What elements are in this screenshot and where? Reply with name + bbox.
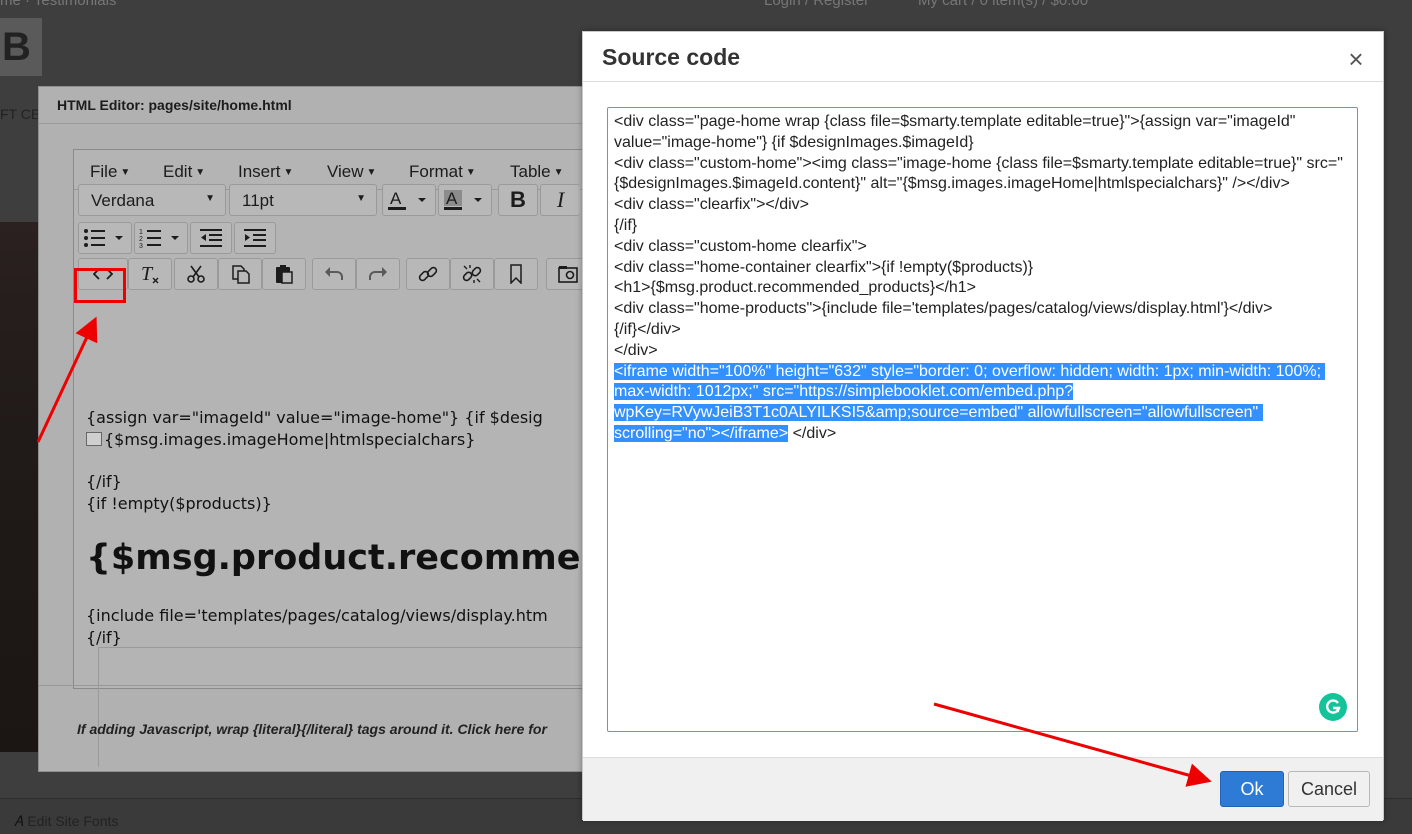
editor-title: HTML Editor: pages/site/home.html — [57, 97, 292, 113]
grammarly-g-icon — [1326, 699, 1341, 714]
site-logo: B — [0, 18, 42, 76]
html-editor-dialog: HTML Editor: pages/site/home.html File ▼ … — [38, 86, 598, 772]
source-code-text: <div class="page-home wrap {class file=$… — [614, 112, 1351, 445]
modal-footer: Ok Cancel — [583, 758, 1383, 821]
divider — [583, 81, 1383, 82]
edit-site-fonts-label: Edit Site Fonts — [27, 813, 119, 829]
content-line: {assign var="imageId" value="image-home"… — [86, 408, 543, 427]
source-code-modal: Source code × <div class="page-home wrap… — [582, 31, 1384, 821]
top-link-login[interactable]: Login / Register — [764, 0, 869, 9]
divider — [39, 123, 597, 124]
content-line: {include file='templates/pages/catalog/v… — [86, 606, 548, 625]
rich-text-editor: File ▼ Edit ▼ Insert ▼ View ▼ Format ▼ Table ▼… — [73, 149, 598, 767]
divider — [98, 647, 597, 648]
code-after: </div> — [792, 424, 837, 442]
font-icon: 𝐴 — [14, 813, 24, 829]
divider — [39, 685, 597, 686]
edit-site-fonts-link[interactable]: 𝐴 Edit Site Fonts — [14, 813, 118, 830]
source-code-highlight — [74, 268, 126, 303]
grammarly-icon[interactable] — [1319, 693, 1347, 721]
close-icon[interactable]: × — [1341, 44, 1371, 74]
image-alt-text: {$msg.images.imageHome|htmlspecialchars} — [104, 430, 476, 449]
top-link-testimonials[interactable]: me · Testimonials — [0, 0, 116, 9]
source-code-textarea[interactable]: <div class="page-home wrap {class file=$… — [607, 107, 1358, 732]
modal-title: Source code — [602, 44, 741, 70]
editor-hint-text: If adding Javascript, wrap {literal}{/li… — [77, 721, 547, 737]
editor-content[interactable]: {assign var="imageId" value="image-home"… — [74, 150, 598, 690]
content-line-image: {$msg.images.imageHome|htmlspecialchars} — [86, 430, 475, 449]
background-photo — [0, 222, 40, 752]
nav-fragment: FT CE — [0, 106, 40, 122]
content-line: {/if} — [86, 628, 122, 647]
code-selection: <iframe width="100%" height="632" style=… — [614, 362, 1326, 442]
content-line: {if !empty($products)} — [86, 494, 272, 513]
cancel-button[interactable]: Cancel — [1288, 771, 1370, 807]
ok-button[interactable]: Ok — [1220, 771, 1284, 807]
divider — [98, 647, 99, 767]
code-plain: <div class="page-home wrap {class file=$… — [614, 113, 1343, 359]
content-line: {/if} — [86, 472, 122, 491]
content-heading: {$msg.product.recommen — [86, 538, 598, 578]
top-link-cart[interactable]: My cart / 0 item(s) / $0.00 — [918, 0, 1088, 9]
broken-image-icon — [86, 432, 102, 446]
